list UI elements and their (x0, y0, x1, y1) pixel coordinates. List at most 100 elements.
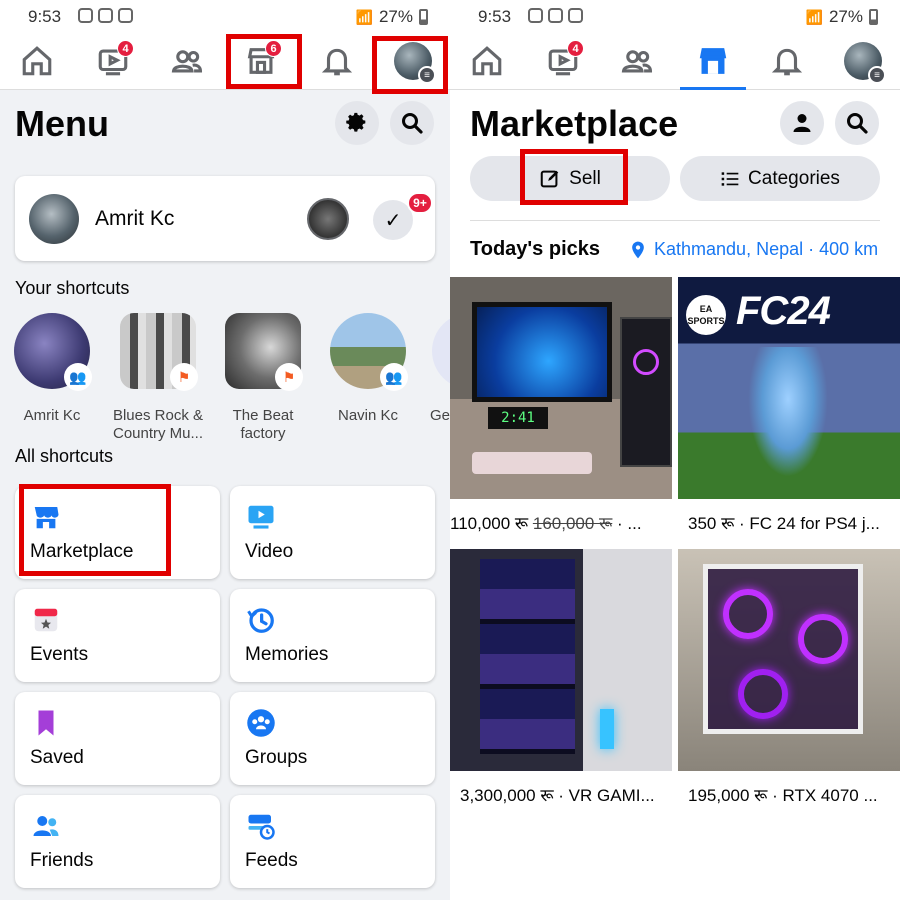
list-icon (721, 171, 739, 186)
pc-case (703, 564, 863, 734)
shortcut-amrit-kc[interactable]: 👥 Amrit Kc (2, 313, 102, 425)
tile-label: Friends (30, 850, 94, 871)
battery-percent: 27% (828, 7, 863, 26)
product-image-monitor: 2:41 (450, 277, 672, 499)
player-figure (748, 347, 828, 477)
product-caption: 195,000 रू · RTX 4070 ... (688, 783, 900, 806)
tab-video[interactable]: 4 (88, 38, 138, 84)
tile-marketplace[interactable]: Marketplace (15, 486, 220, 579)
rgb-fan (723, 589, 773, 639)
product-price: 195,000 रू (688, 786, 768, 805)
location-text: Kathmandu, Nepal · 400 km (654, 239, 879, 259)
marketplace-icon (699, 48, 727, 74)
shortcut-label: Blues Rock & Country Mu... (112, 407, 204, 442)
product-caption: 3,300,000 रू · VR GAMI... (460, 783, 672, 806)
active-tab-indicator (680, 87, 746, 90)
search-icon (847, 113, 868, 134)
product-title: · ... (616, 514, 642, 533)
profile-button[interactable] (780, 101, 824, 145)
desk-clock: 2:41 (488, 407, 548, 429)
tab-menu[interactable]: ≡ (388, 38, 438, 84)
bookmark-icon (38, 710, 54, 736)
tab-marketplace[interactable]: 6 (236, 38, 286, 84)
tab-video[interactable]: 4 (538, 38, 588, 84)
profile-name: Amrit Kc (95, 207, 175, 230)
product-card[interactable]: 3,300,000 रू · VR GAMI... (450, 549, 672, 806)
product-card[interactable]: 2:41 110,000 रू 160,000 रू · ... (450, 277, 672, 534)
top-tab-bar: 4 ≡ (450, 32, 900, 90)
shortcut-label: Amrit Kc (23, 407, 81, 424)
search-button[interactable] (390, 101, 434, 145)
tab-menu[interactable]: ≡ (838, 38, 888, 84)
status-notification-icons (528, 8, 583, 23)
status-time: 9:53 (28, 7, 62, 26)
feeds-icon (248, 814, 275, 840)
shortcut-navin-kc[interactable]: 👥 Navin Kc (318, 313, 418, 425)
keyboard (472, 452, 592, 474)
shortcut-label: The Beat factory (232, 407, 294, 442)
product-card[interactable]: 195,000 रू · RTX 4070 ... (678, 549, 900, 806)
product-image-rtx-pc (678, 549, 900, 771)
product-caption: 350 रू · FC 24 for PS4 j... (688, 511, 900, 534)
sell-button[interactable]: Sell (470, 156, 670, 201)
product-caption: 110,000 रू 160,000 रू · ... (450, 511, 672, 534)
ea-sports-logo: EA SPORTS (686, 295, 726, 335)
shortcut-blues-rock[interactable]: ⚑ Blues Rock & Country Mu... (108, 313, 208, 443)
shortcut-label: Navin Kc (337, 407, 399, 424)
tab-notifications[interactable] (762, 38, 812, 84)
tile-events[interactable]: Events (15, 589, 220, 682)
all-shortcuts-heading: All shortcuts (15, 446, 114, 466)
product-title: · VR GAMI... (558, 786, 655, 805)
tile-feeds[interactable]: Feeds (230, 795, 435, 888)
your-shortcuts-heading: Your shortcuts (15, 278, 130, 298)
profile-card[interactable]: Amrit Kc ✓ 9+ (15, 176, 435, 261)
tab-home[interactable] (12, 38, 62, 84)
tab-friends[interactable] (162, 38, 212, 84)
vr-poster (480, 559, 575, 754)
rgb-fan (798, 614, 848, 664)
home-icon (472, 46, 502, 76)
menu-screen: 9:53 📶 27% 4 6 ≡ Menu Amrit Kc ✓ 9+ Your… (0, 0, 450, 900)
tab-marketplace[interactable] (680, 38, 746, 90)
categories-button[interactable]: Categories (680, 156, 880, 201)
tile-label: Video (245, 541, 294, 562)
shortcut-partial[interactable]: Ge (420, 313, 450, 425)
settings-button[interactable] (335, 101, 379, 145)
switch-account-icon[interactable] (307, 198, 349, 240)
tile-label: Memories (245, 644, 329, 665)
product-image-vr (450, 549, 672, 771)
shortcut-image: ⚑ (225, 313, 303, 391)
home-icon (22, 46, 52, 76)
divider (470, 220, 880, 221)
people-icon: 👥 (380, 363, 408, 391)
neon-light (600, 709, 614, 749)
bell-icon (321, 48, 353, 76)
tab-home[interactable] (462, 38, 512, 84)
product-card[interactable]: EA SPORTS FC24 350 रू · FC 24 for PS4 j.… (678, 277, 900, 534)
status-bar: 9:53 📶 27% (450, 0, 900, 32)
clock-history-icon (247, 608, 274, 633)
tile-memories[interactable]: Memories (230, 589, 435, 682)
tab-notifications[interactable] (312, 38, 362, 84)
search-button[interactable] (835, 101, 879, 145)
status-bar: 9:53 📶 27% (0, 0, 450, 32)
top-tab-bar: 4 6 ≡ (0, 32, 450, 90)
tab-friends[interactable] (612, 38, 662, 84)
groups-icon (247, 709, 275, 737)
fc24-title: FC24 (736, 289, 831, 333)
profile-photo (29, 194, 79, 244)
location-link[interactable]: Kathmandu, Nepal · 400 km (628, 239, 878, 260)
tile-groups[interactable]: Groups (230, 692, 435, 785)
rgb-fan (633, 349, 659, 375)
search-icon (402, 113, 423, 134)
product-old-price: 160,000 रू (532, 514, 613, 533)
friends-icon (621, 50, 653, 73)
product-image-fc24: EA SPORTS FC24 (678, 277, 900, 499)
tile-video[interactable]: Video (230, 486, 435, 579)
gear-icon (346, 112, 366, 132)
edit-icon (540, 170, 559, 187)
tile-friends[interactable]: Friends (15, 795, 220, 888)
people-icon: 👥 (64, 363, 92, 391)
tile-saved[interactable]: Saved (15, 692, 220, 785)
shortcut-beat-factory[interactable]: ⚑ The Beat factory (213, 313, 313, 443)
